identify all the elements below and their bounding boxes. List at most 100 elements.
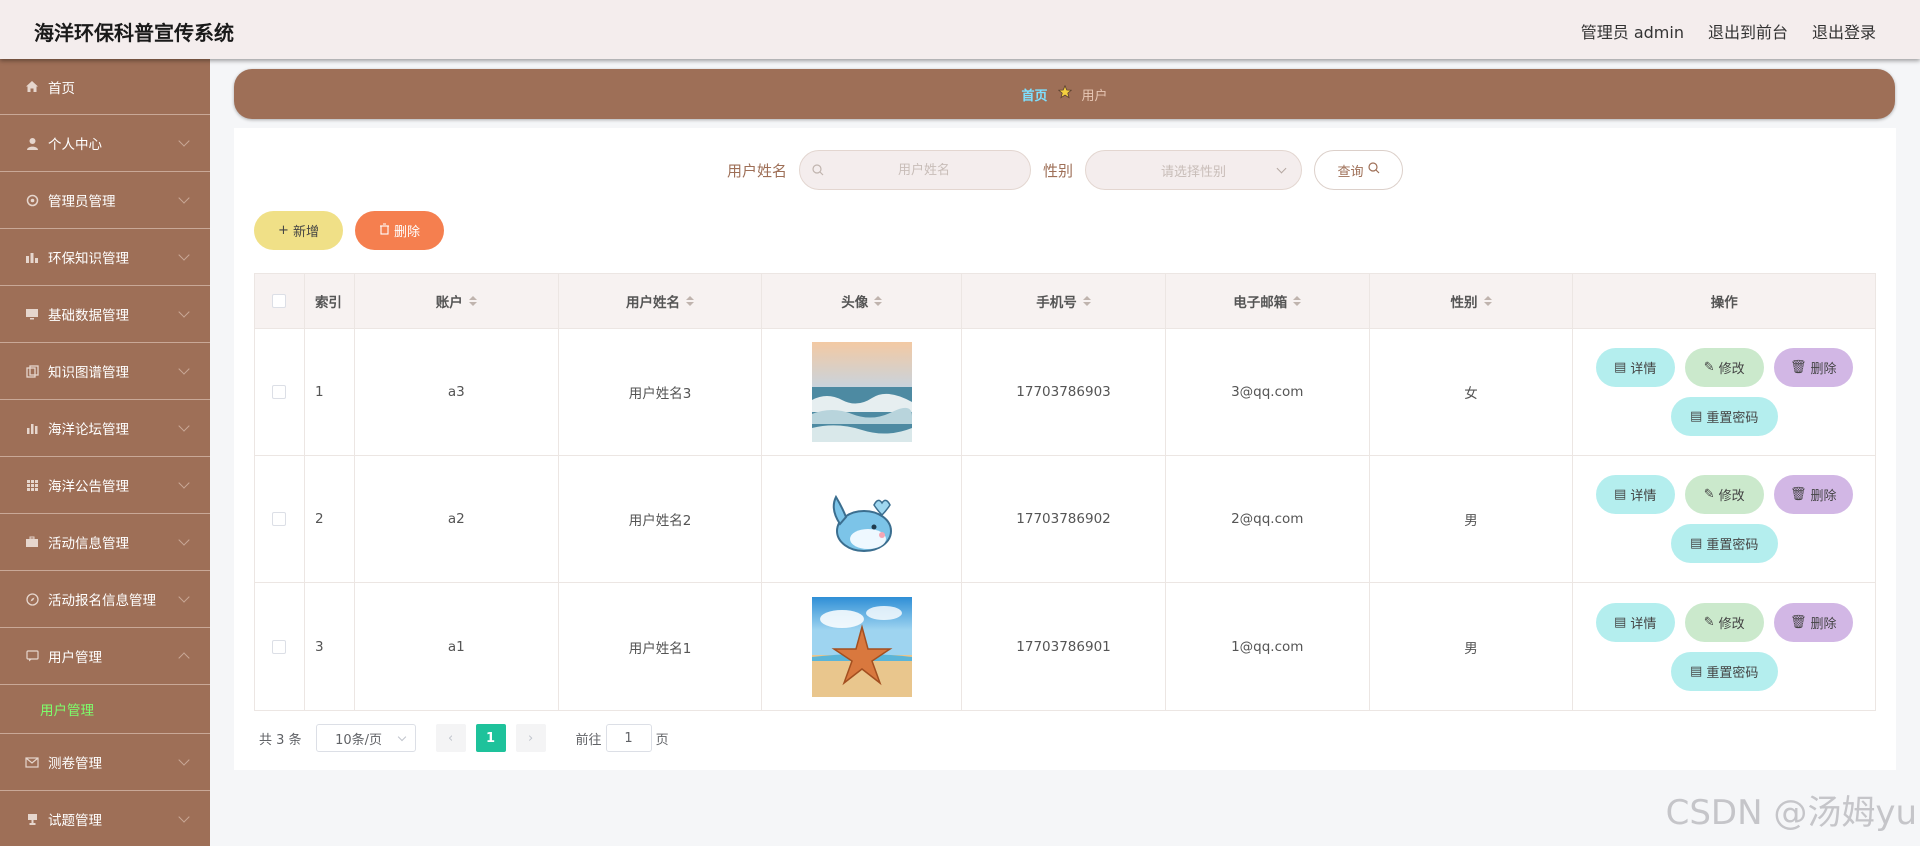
copy-icon <box>24 364 40 378</box>
chevron-down-icon <box>178 192 190 204</box>
pencil-icon: ✎ <box>1703 487 1715 502</box>
sidebar-item-knowledge-graph[interactable]: 知识图谱管理 <box>0 343 210 400</box>
edit-button[interactable]: ✎ 修改 <box>1684 348 1764 387</box>
sidebar-item-basic-data[interactable]: 基础数据管理 <box>0 286 210 343</box>
delete-button[interactable]: 🗑︎ 删除 <box>1773 602 1853 642</box>
header-email[interactable]: 电子邮箱 <box>1166 274 1370 328</box>
prev-page-button[interactable]: ‹ <box>435 724 466 752</box>
sidebar-item-profile[interactable]: 个人中心 <box>0 115 210 172</box>
sidebar-item-activity[interactable]: 活动信息管理 <box>0 514 210 571</box>
gender-select[interactable]: 请选择性别 <box>1085 150 1303 190</box>
trophy-icon <box>24 812 40 826</box>
name-search-field[interactable] <box>799 150 1031 190</box>
sidebar-item-admins[interactable]: 管理员管理 <box>0 172 210 229</box>
avatar-starfish-beach <box>811 596 912 697</box>
header-operations: 操作 <box>1710 295 1738 311</box>
sidebar-item-papers[interactable]: 测卷管理 <box>0 734 210 791</box>
sidebar-item-home[interactable]: 首页 <box>0 59 210 115</box>
name-search-input[interactable] <box>834 162 1014 178</box>
trash-icon: 🗑︎ <box>1789 487 1807 502</box>
sidebar-item-questions[interactable]: 试题管理 <box>0 791 210 846</box>
cell-email: 3@qq.com <box>1166 329 1370 455</box>
detail-button[interactable]: ▤ 详情 <box>1595 348 1675 387</box>
header-email-label: 电子邮箱 <box>1233 295 1288 311</box>
trash-icon: 🗑︎ <box>1789 614 1807 630</box>
sidebar-item-users[interactable]: 用户管理 <box>0 628 210 685</box>
header-phone-label: 手机号 <box>1036 295 1077 311</box>
header-account-label: 账户 <box>435 295 463 311</box>
briefcase-icon <box>24 535 40 549</box>
edit-button-label: 修改 <box>1718 489 1745 504</box>
header-avatar-label: 头像 <box>841 295 869 311</box>
query-button[interactable]: 查询 <box>1314 150 1404 190</box>
table-header: 索引 账户 用户姓名 头像 手机号 电子邮箱 性别 操作 <box>255 274 1875 329</box>
header-gender-label: 性别 <box>1450 295 1478 311</box>
monitor-icon <box>24 307 40 321</box>
reset-password-button[interactable]: ▤ 重置密码 <box>1670 397 1778 436</box>
row-checkbox[interactable] <box>272 639 287 654</box>
chevron-down-icon <box>1276 163 1287 174</box>
pencil-icon: ✎ <box>1703 360 1715 375</box>
sidebar-item-signup[interactable]: 活动报名信息管理 <box>0 571 210 628</box>
row-checkbox[interactable] <box>272 512 287 526</box>
user-icon <box>24 136 40 150</box>
sort-icon[interactable] <box>686 296 695 306</box>
table-row: 1 a3 用户姓名3 17703786903 3@qq.com 女 ▤ 详情 ✎… <box>255 329 1875 456</box>
cell-index: 1 <box>305 329 355 455</box>
cell-gender: 男 <box>1370 583 1574 710</box>
sidebar-subitem-users[interactable]: 用户管理 <box>0 685 210 734</box>
to-front-link[interactable]: 退出到前台 <box>1708 19 1788 43</box>
batch-delete-button[interactable]: 删除 <box>355 211 444 250</box>
page-number-current[interactable]: 1 <box>475 724 506 752</box>
page-size-select[interactable]: 10条/页 <box>315 724 416 752</box>
delete-button-label: 删除 <box>1810 362 1837 377</box>
sidebar-item-forum[interactable]: 海洋论坛管理 <box>0 400 210 457</box>
cell-email: 1@qq.com <box>1166 583 1370 710</box>
goto-page: 前往 页 <box>576 724 669 752</box>
reset-password-button[interactable]: ▤ 重置密码 <box>1670 524 1778 563</box>
detail-button[interactable]: ▤ 详情 <box>1595 475 1675 514</box>
goto-page-input[interactable] <box>605 724 652 752</box>
goto-label: 前往 <box>575 732 602 748</box>
cell-name: 用户姓名2 <box>559 456 763 582</box>
bar-chart-icon <box>24 421 40 435</box>
grid-icon <box>24 478 40 492</box>
detail-button-label: 详情 <box>1630 362 1657 377</box>
reset-password-button[interactable]: ▤ 重置密码 <box>1670 651 1778 691</box>
pencil-icon: ✎ <box>1703 614 1715 630</box>
header-name[interactable]: 用户姓名 <box>559 274 763 328</box>
sidebar-item-label: 个人中心 <box>48 137 102 153</box>
sort-icon[interactable] <box>874 296 883 306</box>
chevron-left-icon: ‹ <box>447 730 454 746</box>
row-checkbox[interactable] <box>272 385 287 399</box>
chevron-down-icon <box>178 306 190 318</box>
header-phone[interactable]: 手机号 <box>962 274 1166 328</box>
sort-icon[interactable] <box>1082 296 1091 306</box>
delete-button[interactable]: 🗑︎ 删除 <box>1773 348 1853 387</box>
detail-button[interactable]: ▤ 详情 <box>1595 602 1675 642</box>
gear-icon <box>24 193 40 207</box>
sidebar-item-notice[interactable]: 海洋公告管理 <box>0 457 210 514</box>
header-account[interactable]: 账户 <box>355 274 559 328</box>
sort-icon[interactable] <box>1293 296 1302 306</box>
edit-button[interactable]: ✎ 修改 <box>1684 602 1764 642</box>
next-page-button[interactable]: › <box>515 724 546 752</box>
breadcrumb-home[interactable]: 首页 <box>1021 85 1047 104</box>
delete-button-label: 删除 <box>1810 489 1837 504</box>
sidebar-item-label: 知识图谱管理 <box>48 365 129 381</box>
cell-avatar <box>762 456 963 582</box>
header-gender[interactable]: 性别 <box>1370 274 1574 328</box>
sort-icon[interactable] <box>1483 296 1492 306</box>
plus-icon: + <box>278 223 289 238</box>
detail-button-label: 详情 <box>1630 616 1657 632</box>
delete-button[interactable]: 🗑︎ 删除 <box>1773 475 1853 514</box>
sort-icon[interactable] <box>468 296 477 306</box>
select-all-checkbox[interactable] <box>272 294 287 308</box>
sidebar-item-knowledge[interactable]: 环保知识管理 <box>0 229 210 286</box>
edit-button[interactable]: ✎ 修改 <box>1684 475 1764 514</box>
cell-name: 用户姓名1 <box>559 583 763 710</box>
header-avatar[interactable]: 头像 <box>762 274 963 328</box>
logout-link[interactable]: 退出登录 <box>1812 19 1876 43</box>
add-button[interactable]: + 新增 <box>254 211 343 250</box>
mail-icon <box>24 755 40 769</box>
